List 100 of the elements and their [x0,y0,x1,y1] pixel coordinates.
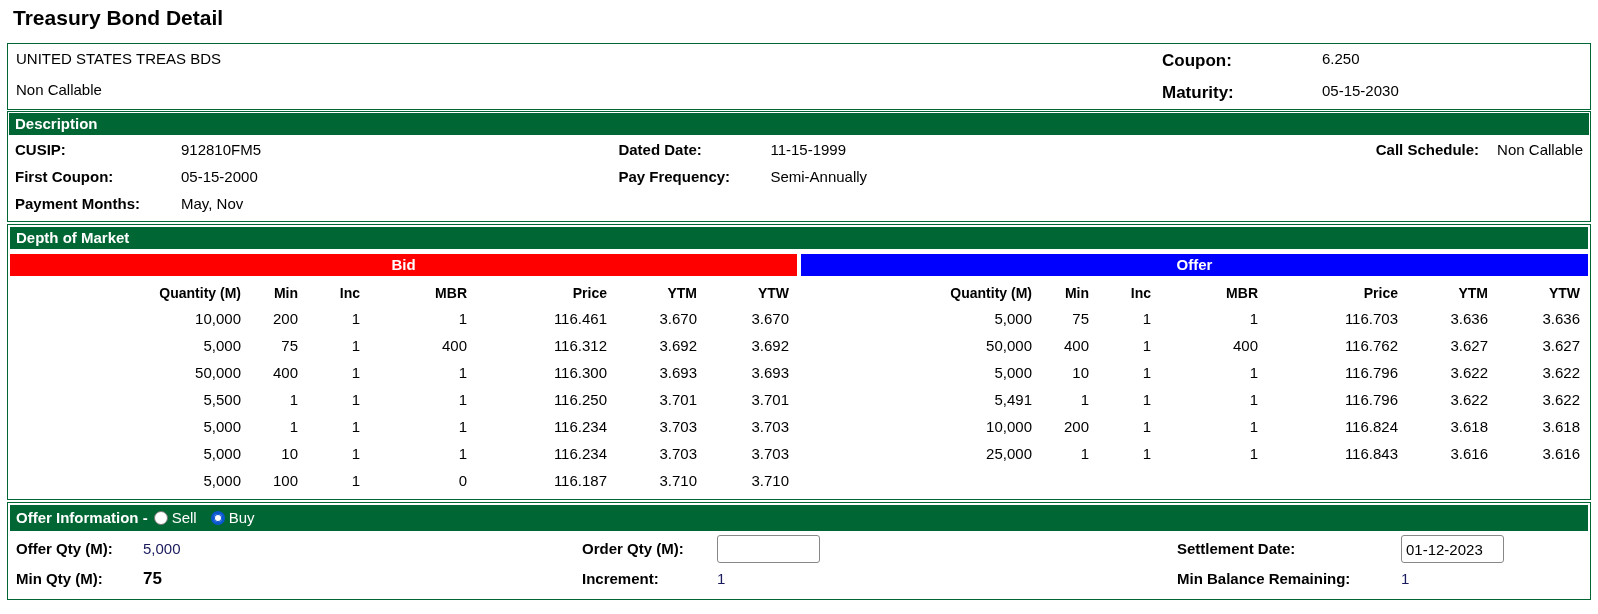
table-cell-text: 3.636 [1449,309,1488,329]
table-cell-text: 5,000 [993,363,1032,383]
table-cell-text: 116.461 [552,309,607,329]
table-cell-text: 3.618 [1541,417,1580,437]
field-label: Offer Qty (M): [16,538,114,559]
field-label: Min Qty (M): [16,568,104,589]
table-cell-text: 1 [350,444,360,464]
table-cell-text: 10,000 [985,417,1032,437]
page-title: Treasury Bond Detail [12,5,225,31]
table-cell-text: 3.627 [1449,336,1488,356]
table-cell-text: 3.701 [658,390,697,410]
field-label: Increment: [582,568,660,589]
table-cell-text: 3.616 [1449,444,1488,464]
table-cell-text: 1 [1248,363,1258,383]
field-value: 912810FM5 [181,140,262,161]
table-cell-text: 1 [457,417,467,437]
table-cell-text: 3.627 [1541,336,1580,356]
table-cell-text: 1 [1141,363,1151,383]
call-status: Non Callable [16,79,103,100]
column-header: Quantity (M) [949,284,1032,303]
field-value: May, Nov [181,194,244,215]
table-cell-text: 1 [350,417,360,437]
field-label: Min Balance Remaining: [1177,568,1352,589]
field-value: 75 [143,568,162,591]
table-cell-text: 50,000 [985,336,1032,356]
table-cell-text: 5,500 [202,390,241,410]
field-label: Settlement Date: [1177,538,1297,559]
table-cell-text: 100 [271,471,298,491]
table-cell-text: 1 [1141,444,1151,464]
table-cell-text: 3.692 [750,336,789,356]
field-value: 05-15-2000 [181,167,258,188]
table-cell-text: 116.234 [552,417,607,437]
input-field[interactable]: 01-12-2023 [1401,535,1504,563]
table-cell-text: 3.693 [658,363,697,383]
field-value: 11-15-1999 [770,140,847,161]
table-cell-text: 116.843 [1343,444,1398,464]
radio-button[interactable] [210,511,225,525]
table-cell-text: 116.300 [552,363,607,383]
table-cell-text: 400 [1231,336,1258,356]
input-field[interactable] [717,535,820,563]
side-header: Bid [10,254,797,276]
radio-button[interactable] [153,511,168,525]
table-cell-text: 116.250 [552,390,607,410]
column-header: Inc [1129,284,1151,303]
table-cell-text: 10 [280,444,298,464]
table-cell-text: 1 [1141,390,1151,410]
table-cell-text: 5,000 [202,417,241,437]
table-cell-text: 3.703 [658,417,697,437]
table-cell-text: 1 [1248,444,1258,464]
table-cell-text: 3.636 [1541,309,1580,329]
field-value: Semi-Annually [770,167,868,188]
field-label: First Coupon: [15,167,115,188]
table-cell-text: 3.692 [658,336,697,356]
column-header: Price [1362,284,1398,303]
radio-option[interactable]: Sell [153,505,197,531]
table-cell-text: 1 [1248,309,1258,329]
table-cell-text: 1 [1079,390,1089,410]
table-cell-text: 1 [1248,417,1258,437]
column-header: Inc [338,284,360,303]
field-label: Order Qty (M): [582,538,685,559]
column-header: Quantity (M) [158,284,241,303]
table-cell-text: 1 [350,309,360,329]
table-cell-text: 200 [271,309,298,329]
table-cell-text: 116.703 [1343,309,1398,329]
field-label: Maturity: [1162,81,1235,104]
section-header: Description [9,113,1589,135]
field-label: Pay Frequency: [618,167,732,188]
field-value: 5,000 [143,538,181,559]
table-cell-text: 116.824 [1343,417,1398,437]
table-cell-text: 10 [1071,363,1089,383]
column-header: YTW [756,284,789,303]
table-cell-text: 3.622 [1541,390,1580,410]
table-cell-text: 1 [1141,336,1151,356]
table-cell-text: 1 [1141,417,1151,437]
field-label: CUSIP: [15,140,67,161]
table-cell-text: 75 [1071,309,1089,329]
table-cell-text: 3.703 [750,444,789,464]
table-cell-text: 116.796 [1343,390,1398,410]
table-cell-text: 3.670 [658,309,697,329]
field-value: 1 [1401,568,1410,589]
table-cell-text: 5,000 [202,444,241,464]
table-cell-text: 3.670 [750,309,789,329]
column-header: Min [1063,284,1089,303]
table-cell-text: 3.710 [750,471,789,491]
column-header: MBR [1225,284,1258,303]
table-cell-text: 1 [457,363,467,383]
column-header: Min [272,284,298,303]
table-cell-text: 1 [1141,309,1151,329]
table-cell-text: 200 [1062,417,1089,437]
table-cell-text: 1 [350,363,360,383]
table-cell-text: 50,000 [194,363,241,383]
table-cell-text: 1 [350,336,360,356]
table-cell-text: 116.187 [552,471,607,491]
table-cell-text: 3.703 [750,417,789,437]
table-cell-text: 3.703 [658,444,697,464]
section-header: Depth of Market [10,227,1588,249]
section-title: Offer Information - [16,508,148,528]
table-cell-text: 3.622 [1449,363,1488,383]
radio-option[interactable]: Buy [210,505,255,531]
table-cell-text: 1 [288,417,298,437]
